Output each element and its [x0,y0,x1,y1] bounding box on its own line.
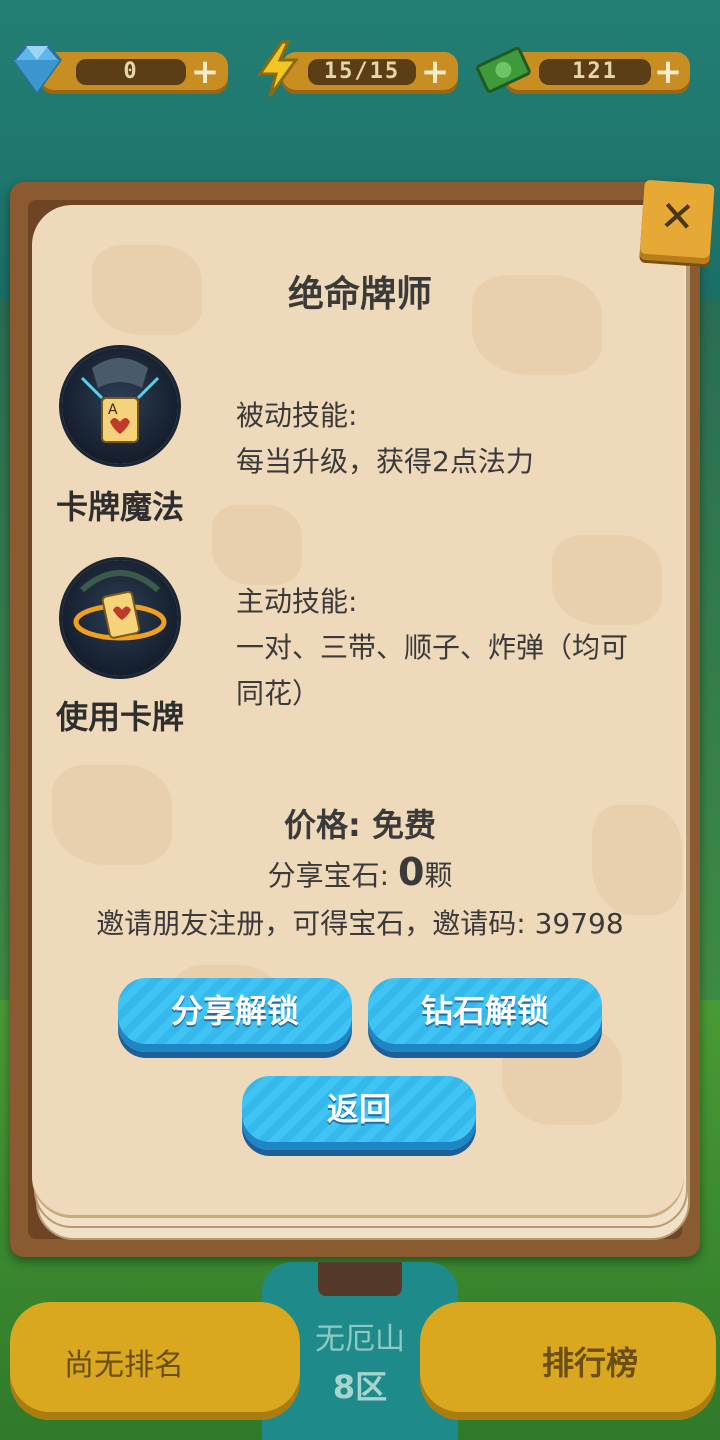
lightning-icon [257,40,299,97]
close-button[interactable]: ✕ [639,179,715,265]
cash-icon [476,46,531,93]
add-energy-button[interactable]: + [420,55,450,89]
price-label: 价格: 免费 [284,806,436,844]
back-button[interactable]: 返回 [242,1076,476,1150]
skill-type-passive: 被动技能: [236,399,358,432]
share-gems-suffix: 颗 [424,859,453,892]
skill-description-passive: 每当升级，获得2点法力 [236,445,534,478]
avatar [318,1262,402,1296]
rank-button[interactable]: 尚无排名 [10,1302,300,1420]
skill-description-active-line2: 同花） [236,677,321,710]
skill-type-active: 主动技能: [236,585,358,618]
share-gems-count: 0 [397,850,425,894]
modal-title: 绝命牌师 [287,274,432,315]
skill-name-use-cards: 使用卡牌 [55,698,184,736]
share-unlock-button[interactable]: 分享解锁 [118,978,352,1052]
panel-texture [212,505,302,585]
energy-counter: 15/15 + [282,52,458,94]
gems-value: 0 [76,59,186,85]
cash-value: 121 [539,59,651,85]
skill-description-active-line1: 一对、三带、顺子、炸弹（均可 [236,631,629,664]
share-gems-prefix: 分享宝石: [267,859,398,892]
gems-counter: 0 + [40,52,228,94]
use-cards-skill-icon [62,560,178,676]
invite-text: 邀请朋友注册，可得宝石，邀请码: 39798 [96,907,624,940]
diamond-icon [12,44,62,95]
close-icon: ✕ [658,190,697,243]
rank-label: 尚无排名 [64,1348,184,1383]
svg-text:A: A [108,402,118,418]
leaderboard-button[interactable]: 排行榜 [420,1302,716,1420]
share-gems-line: 分享宝石: 0颗 [0,850,720,894]
add-gems-button[interactable]: + [190,55,220,89]
add-cash-button[interactable]: + [653,55,683,89]
leaderboard-label: 排行榜 [542,1344,639,1382]
card-magic-skill-icon: A [62,348,178,464]
diamond-unlock-button[interactable]: 钻石解锁 [368,978,602,1052]
skill-name-card-magic: 卡牌魔法 [55,488,184,526]
energy-value: 15/15 [308,59,416,85]
